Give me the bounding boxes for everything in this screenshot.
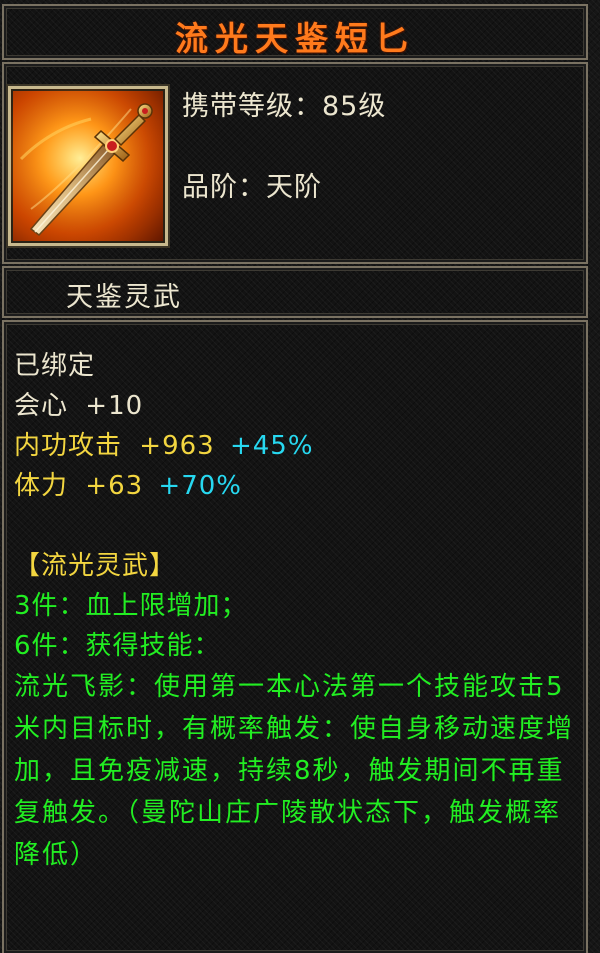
set-title: 【流光灵武】 bbox=[14, 551, 177, 581]
skill-description: 流光飞影：使用第一本心法第一个技能攻击5米内目标时，有概率触发：使自身移动速度增… bbox=[14, 672, 575, 870]
item-category: 天鉴灵武 bbox=[66, 282, 182, 313]
attribute-value: +10 bbox=[85, 391, 144, 421]
item-details: 已绑定 会心 +10 内功攻击 +963 +45% 体力 +63 +70% 【流… bbox=[14, 346, 580, 876]
item-tooltip: 流光天鉴短匕 携带等级：85级 品阶：天阶 天鉴灵武 已绑定 会心 +10 内功… bbox=[0, 0, 600, 953]
bound-status: 已绑定 bbox=[14, 351, 96, 381]
item-name: 流光天鉴短匕 bbox=[175, 19, 415, 58]
attribute-value: +963 bbox=[139, 431, 215, 461]
attribute-row: 会心 +10 bbox=[14, 386, 580, 426]
carry-level: 携带等级：85级 bbox=[182, 91, 387, 122]
attribute-name: 体力 bbox=[14, 471, 69, 501]
attribute-row: 内功攻击 +963 +45% bbox=[14, 426, 580, 466]
attribute-name: 会心 bbox=[14, 391, 69, 421]
attribute-name: 内功攻击 bbox=[14, 431, 123, 461]
title-panel: 流光天鉴短匕 bbox=[2, 4, 588, 60]
set-bonus-3: 3件：血上限增加； bbox=[14, 591, 248, 621]
attribute-row: 体力 +63 +70% bbox=[14, 466, 580, 506]
attribute-bonus: +70% bbox=[158, 471, 242, 501]
attribute-value: +63 bbox=[85, 471, 144, 501]
item-grade: 品阶：天阶 bbox=[182, 172, 322, 203]
attribute-bonus: +45% bbox=[229, 431, 314, 461]
golden-dagger-icon bbox=[8, 86, 168, 246]
set-bonus-6: 6件：获得技能： bbox=[14, 631, 221, 661]
